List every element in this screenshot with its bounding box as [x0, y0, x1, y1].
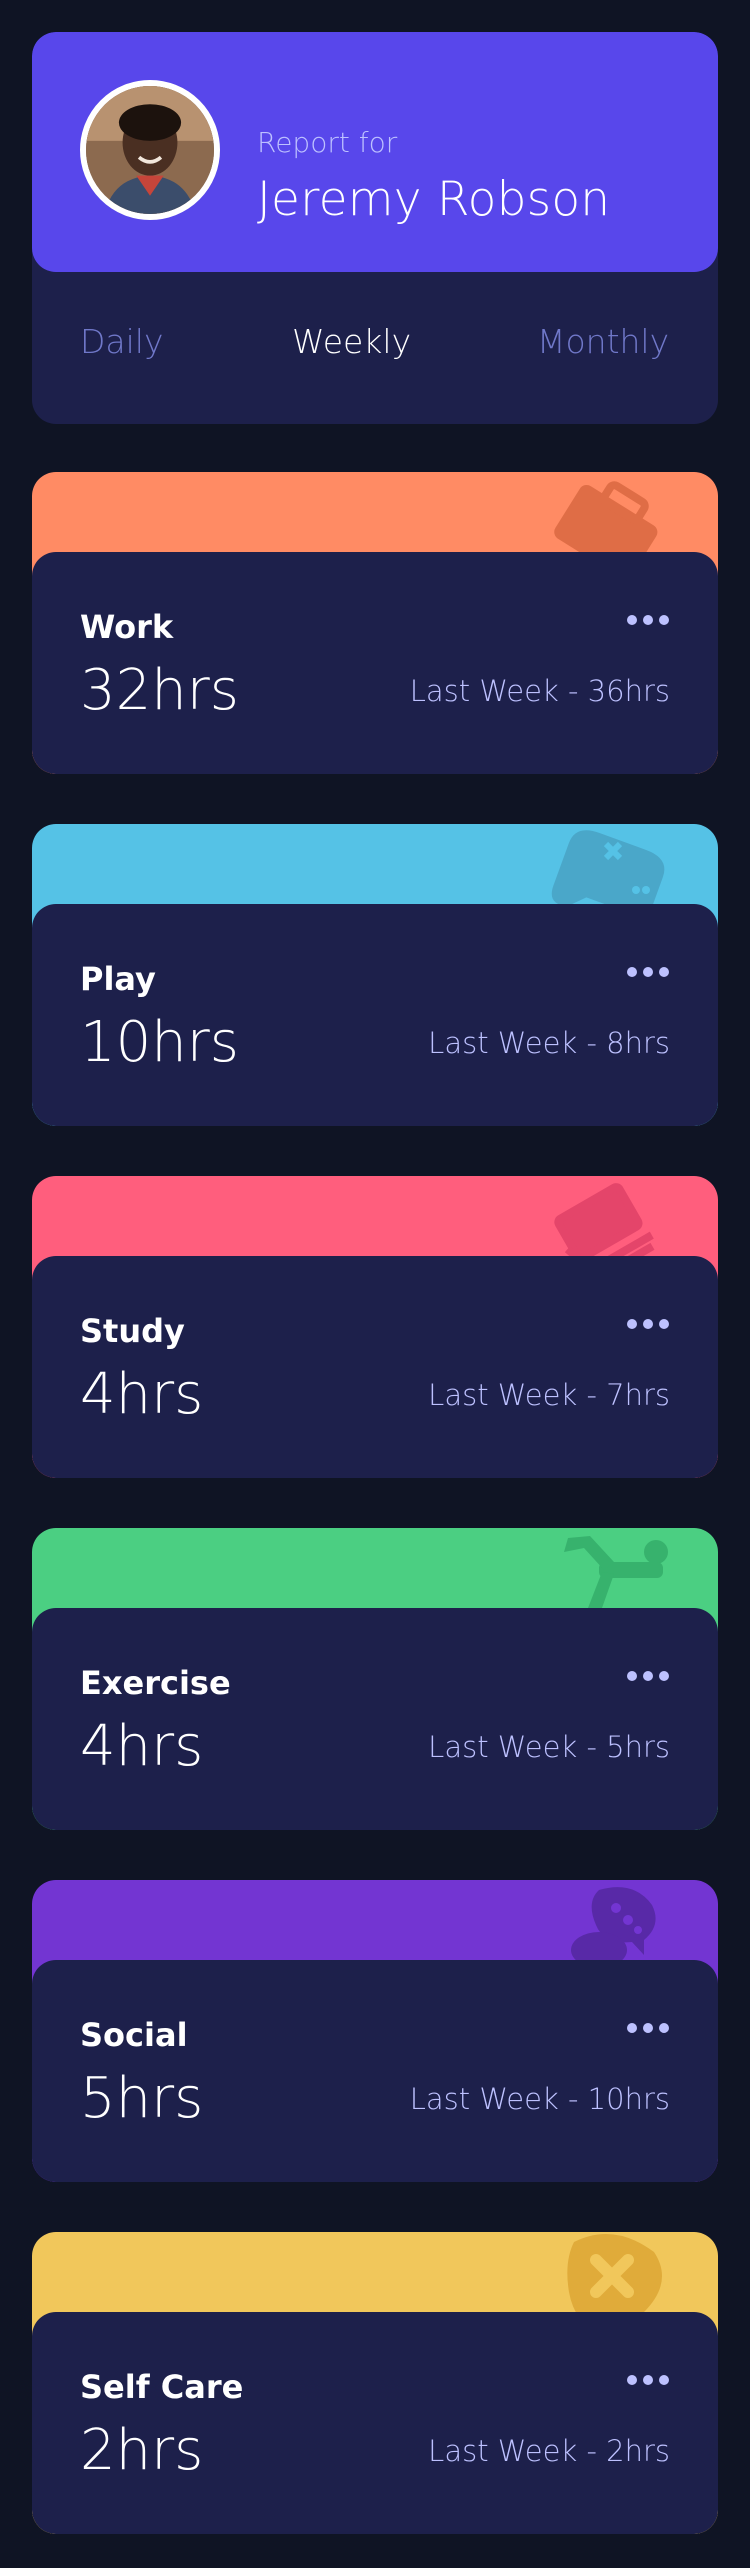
page: Report for Jeremy Robson Daily Weekly Mo… [0, 0, 750, 2568]
tab-weekly[interactable]: Weekly [292, 322, 411, 361]
activity-title: Social [80, 2016, 188, 2054]
activity-title: Study [80, 1312, 185, 1350]
activity-title: Self Care [80, 2368, 244, 2406]
activity-current-hours: 32hrs [80, 658, 239, 723]
activity-card-exercise: Exercise 4hrs Last Week - 5hrs [32, 1528, 718, 1830]
more-options-icon[interactable] [626, 612, 670, 628]
profile-header: Report for Jeremy Robson [32, 32, 718, 272]
activity-current-hours: 10hrs [80, 1010, 239, 1075]
activity-card-work: Work 32hrs Last Week - 36hrs [32, 472, 718, 774]
activity-body: Exercise 4hrs Last Week - 5hrs [32, 1608, 718, 1830]
activity-body: Work 32hrs Last Week - 36hrs [32, 552, 718, 774]
avatar-portrait-icon [86, 86, 214, 214]
activity-card-study: Study 4hrs Last Week - 7hrs [32, 1176, 718, 1478]
tab-monthly[interactable]: Monthly [537, 322, 669, 361]
profile-card: Report for Jeremy Robson Daily Weekly Mo… [32, 32, 718, 424]
activity-previous-hours: Last Week - 2hrs [428, 2434, 670, 2468]
activity-card-self-care: Self Care 2hrs Last Week - 2hrs [32, 2232, 718, 2534]
more-options-icon[interactable] [626, 2372, 670, 2388]
more-options-icon[interactable] [626, 1316, 670, 1332]
tab-daily[interactable]: Daily [80, 322, 164, 361]
activity-card-social: Social 5hrs Last Week - 10hrs [32, 1880, 718, 2182]
timeframe-switcher: Daily Weekly Monthly [32, 322, 718, 382]
activity-previous-hours: Last Week - 5hrs [428, 1730, 670, 1764]
activity-title: Play [80, 960, 156, 998]
more-options-icon[interactable] [626, 964, 670, 980]
activity-current-hours: 5hrs [80, 2066, 204, 2131]
activity-current-hours: 4hrs [80, 1362, 204, 1427]
activity-body: Study 4hrs Last Week - 7hrs [32, 1256, 718, 1478]
activity-title: Work [80, 608, 174, 646]
activity-previous-hours: Last Week - 8hrs [428, 1026, 670, 1060]
activity-body: Self Care 2hrs Last Week - 2hrs [32, 2312, 718, 2534]
activity-card-play: Play 10hrs Last Week - 8hrs [32, 824, 718, 1126]
activity-body: Play 10hrs Last Week - 8hrs [32, 904, 718, 1126]
activity-body: Social 5hrs Last Week - 10hrs [32, 1960, 718, 2182]
activity-previous-hours: Last Week - 36hrs [409, 674, 670, 708]
activity-previous-hours: Last Week - 10hrs [409, 2082, 670, 2116]
user-name: Jeremy Robson [257, 172, 611, 227]
more-options-icon[interactable] [626, 2020, 670, 2036]
activity-previous-hours: Last Week - 7hrs [428, 1378, 670, 1412]
avatar [80, 80, 220, 220]
more-options-icon[interactable] [626, 1668, 670, 1684]
report-for-label: Report for [257, 126, 398, 159]
activity-title: Exercise [80, 1664, 231, 1702]
activity-current-hours: 2hrs [80, 2418, 204, 2483]
activity-current-hours: 4hrs [80, 1714, 204, 1779]
